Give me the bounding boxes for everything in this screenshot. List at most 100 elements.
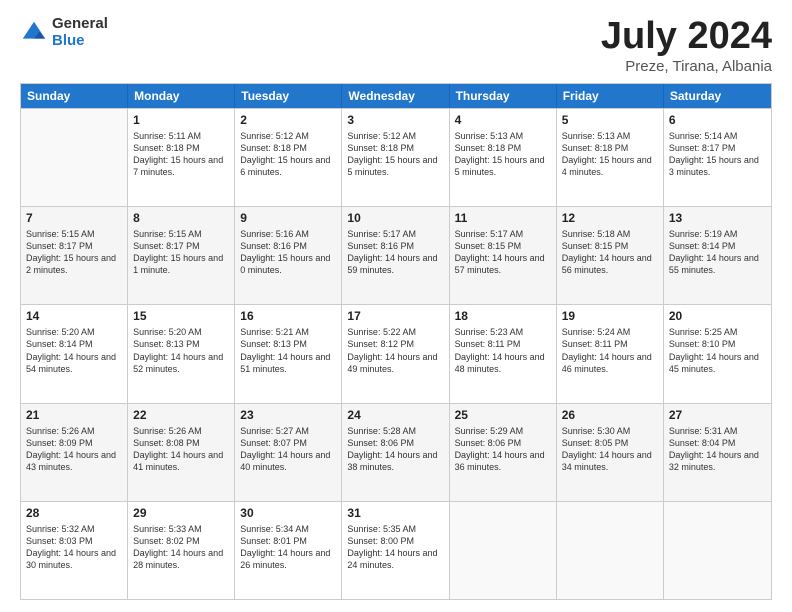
calendar-cell: 18 Sunrise: 5:23 AM Sunset: 8:11 PM Dayli… (450, 305, 557, 402)
calendar-cell: 3Sunrise: 5:12 AM Sunset: 8:18 PM Daylig… (342, 109, 449, 206)
calendar-cell: 16Sunrise: 5:21 AM Sunset: 8:13 PM Dayli… (235, 305, 342, 402)
day-info: Sunrise: 5:20 AM Sunset: 8:13 PM Dayligh… (133, 326, 229, 375)
calendar-cell: 1 Sunrise: 5:11 AM Sunset: 8:18 PM Daylig… (128, 109, 235, 206)
header: General Blue July 2024 Preze, Tirana, Al… (20, 16, 772, 75)
title-month: July 2024 (601, 16, 772, 58)
day-info: Sunrise: 5:21 AM Sunset: 8:13 PM Dayligh… (240, 326, 336, 375)
logo-text: General Blue (52, 16, 108, 49)
logo-icon (20, 19, 48, 47)
day-number: 10 (347, 211, 443, 225)
calendar-cell: 23 Sunrise: 5:27 AM Sunset: 8:07 PM Dayli… (235, 404, 342, 501)
header-friday: Friday (557, 84, 664, 108)
day-info: Sunrise: 5:17 AM Sunset: 8:16 PM Dayligh… (347, 228, 443, 277)
day-number: 6 (669, 113, 766, 127)
day-number: 7 (26, 211, 122, 225)
header-wednesday: Wednesday (342, 84, 449, 108)
calendar-cell: 31 Sunrise: 5:35 AM Sunset: 8:00 PM Dayli… (342, 502, 449, 599)
day-info: Sunrise: 5:16 AM Sunset: 8:16 PM Dayligh… (240, 228, 336, 277)
calendar-cell: 26 Sunrise: 5:30 AM Sunset: 8:05 PM Dayli… (557, 404, 664, 501)
day-info: Sunrise: 5:24 AM Sunset: 8:11 PM Dayligh… (562, 326, 658, 375)
calendar-row-1: 1 Sunrise: 5:11 AM Sunset: 8:18 PM Daylig… (21, 108, 771, 206)
calendar-cell: 27 Sunrise: 5:31 AM Sunset: 8:04 PM Dayli… (664, 404, 771, 501)
day-number: 25 (455, 408, 551, 422)
day-number: 3 (347, 113, 443, 127)
calendar-cell (450, 502, 557, 599)
day-number: 28 (26, 506, 122, 520)
day-info: Sunrise: 5:15 AM Sunset: 8:17 PM Dayligh… (133, 228, 229, 277)
calendar-cell: 4 Sunrise: 5:13 AM Sunset: 8:18 PM Daylig… (450, 109, 557, 206)
calendar-cell: 22Sunrise: 5:26 AM Sunset: 8:08 PM Dayli… (128, 404, 235, 501)
day-info: Sunrise: 5:14 AM Sunset: 8:17 PM Dayligh… (669, 130, 766, 179)
day-info: Sunrise: 5:22 AM Sunset: 8:12 PM Dayligh… (347, 326, 443, 375)
day-number: 2 (240, 113, 336, 127)
day-info: Sunrise: 5:13 AM Sunset: 8:18 PM Dayligh… (455, 130, 551, 179)
day-info: Sunrise: 5:28 AM Sunset: 8:06 PM Dayligh… (347, 425, 443, 474)
calendar-cell: 19Sunrise: 5:24 AM Sunset: 8:11 PM Dayli… (557, 305, 664, 402)
day-number: 4 (455, 113, 551, 127)
day-number: 31 (347, 506, 443, 520)
day-number: 13 (669, 211, 766, 225)
header-monday: Monday (128, 84, 235, 108)
day-info: Sunrise: 5:27 AM Sunset: 8:07 PM Dayligh… (240, 425, 336, 474)
calendar-body: 1 Sunrise: 5:11 AM Sunset: 8:18 PM Daylig… (21, 108, 771, 599)
calendar-row-5: 28 Sunrise: 5:32 AM Sunset: 8:03 PM Dayli… (21, 501, 771, 599)
header-thursday: Thursday (450, 84, 557, 108)
day-info: Sunrise: 5:19 AM Sunset: 8:14 PM Dayligh… (669, 228, 766, 277)
calendar-cell: 9Sunrise: 5:16 AM Sunset: 8:16 PM Daylig… (235, 207, 342, 304)
calendar-cell: 15 Sunrise: 5:20 AM Sunset: 8:13 PM Dayli… (128, 305, 235, 402)
day-number: 18 (455, 309, 551, 323)
calendar-cell (664, 502, 771, 599)
calendar-cell (557, 502, 664, 599)
day-info: Sunrise: 5:31 AM Sunset: 8:04 PM Dayligh… (669, 425, 766, 474)
calendar-cell: 10 Sunrise: 5:17 AM Sunset: 8:16 PM Dayli… (342, 207, 449, 304)
day-number: 27 (669, 408, 766, 422)
day-info: Sunrise: 5:12 AM Sunset: 8:18 PM Dayligh… (240, 130, 336, 179)
logo: General Blue (20, 16, 108, 49)
header-sunday: Sunday (21, 84, 128, 108)
calendar-cell: 12 Sunrise: 5:18 AM Sunset: 8:15 PM Dayli… (557, 207, 664, 304)
header-saturday: Saturday (664, 84, 771, 108)
day-number: 1 (133, 113, 229, 127)
page: General Blue July 2024 Preze, Tirana, Al… (0, 0, 792, 612)
day-info: Sunrise: 5:34 AM Sunset: 8:01 PM Dayligh… (240, 523, 336, 572)
day-info: Sunrise: 5:30 AM Sunset: 8:05 PM Dayligh… (562, 425, 658, 474)
day-info: Sunrise: 5:35 AM Sunset: 8:00 PM Dayligh… (347, 523, 443, 572)
day-info: Sunrise: 5:32 AM Sunset: 8:03 PM Dayligh… (26, 523, 122, 572)
day-number: 29 (133, 506, 229, 520)
day-info: Sunrise: 5:20 AM Sunset: 8:14 PM Dayligh… (26, 326, 122, 375)
day-info: Sunrise: 5:17 AM Sunset: 8:15 PM Dayligh… (455, 228, 551, 277)
calendar-row-2: 7 Sunrise: 5:15 AM Sunset: 8:17 PM Daylig… (21, 206, 771, 304)
calendar-cell: 5 Sunrise: 5:13 AM Sunset: 8:18 PM Daylig… (557, 109, 664, 206)
calendar-cell: 25 Sunrise: 5:29 AM Sunset: 8:06 PM Dayli… (450, 404, 557, 501)
day-info: Sunrise: 5:23 AM Sunset: 8:11 PM Dayligh… (455, 326, 551, 375)
day-info: Sunrise: 5:25 AM Sunset: 8:10 PM Dayligh… (669, 326, 766, 375)
calendar-row-3: 14Sunrise: 5:20 AM Sunset: 8:14 PM Dayli… (21, 304, 771, 402)
day-number: 22 (133, 408, 229, 422)
calendar-cell: 17 Sunrise: 5:22 AM Sunset: 8:12 PM Dayli… (342, 305, 449, 402)
header-tuesday: Tuesday (235, 84, 342, 108)
day-number: 11 (455, 211, 551, 225)
day-number: 23 (240, 408, 336, 422)
day-number: 17 (347, 309, 443, 323)
day-info: Sunrise: 5:33 AM Sunset: 8:02 PM Dayligh… (133, 523, 229, 572)
calendar-cell: 8 Sunrise: 5:15 AM Sunset: 8:17 PM Daylig… (128, 207, 235, 304)
day-info: Sunrise: 5:29 AM Sunset: 8:06 PM Dayligh… (455, 425, 551, 474)
day-number: 12 (562, 211, 658, 225)
day-number: 20 (669, 309, 766, 323)
day-number: 5 (562, 113, 658, 127)
day-info: Sunrise: 5:13 AM Sunset: 8:18 PM Dayligh… (562, 130, 658, 179)
day-number: 30 (240, 506, 336, 520)
day-number: 8 (133, 211, 229, 225)
logo-blue: Blue (52, 33, 108, 50)
calendar-cell: 21Sunrise: 5:26 AM Sunset: 8:09 PM Dayli… (21, 404, 128, 501)
calendar-cell: 7Sunrise: 5:15 AM Sunset: 8:17 PM Daylig… (21, 207, 128, 304)
calendar-row-4: 21Sunrise: 5:26 AM Sunset: 8:09 PM Dayli… (21, 403, 771, 501)
day-info: Sunrise: 5:11 AM Sunset: 8:18 PM Dayligh… (133, 130, 229, 179)
day-number: 24 (347, 408, 443, 422)
day-number: 15 (133, 309, 229, 323)
calendar-cell: 11 Sunrise: 5:17 AM Sunset: 8:15 PM Dayli… (450, 207, 557, 304)
day-info: Sunrise: 5:18 AM Sunset: 8:15 PM Dayligh… (562, 228, 658, 277)
calendar-cell (21, 109, 128, 206)
title-block: July 2024 Preze, Tirana, Albania (601, 16, 772, 75)
day-number: 26 (562, 408, 658, 422)
